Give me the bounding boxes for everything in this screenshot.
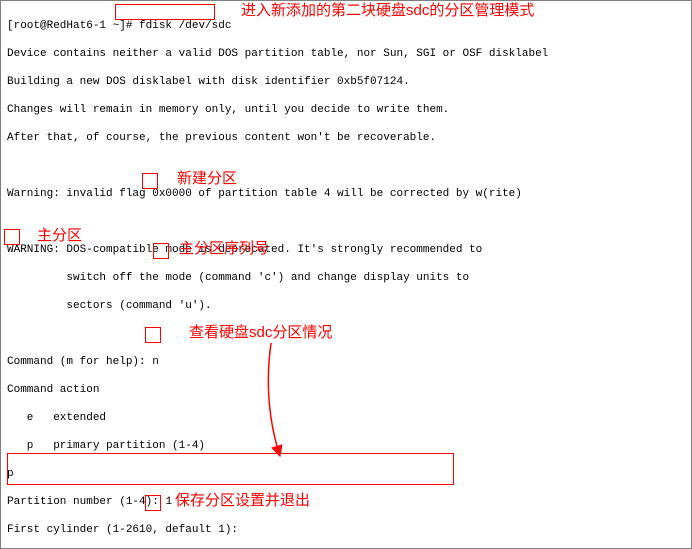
output-line: sectors (command 'u'). [7, 299, 685, 313]
annotation-enter-fdisk: 进入新添加的第二块硬盘sdc的分区管理模式 [241, 4, 534, 18]
partition-number-prompt: Partition number (1-4): [7, 496, 165, 508]
highlight-box-partition-table [7, 453, 454, 485]
output-line: Building a new DOS disklabel with disk i… [7, 75, 685, 89]
input-1: 1 [165, 496, 172, 508]
command-fdisk: fdisk /dev/sdc [139, 20, 231, 32]
highlight-box-1 [153, 243, 169, 259]
output-line: p primary partition (1-4) [7, 439, 685, 453]
highlight-box-p2 [145, 327, 161, 343]
output-line: e extended [7, 411, 685, 425]
output-line: WARNING: DOS-compatible mode is deprecat… [7, 243, 685, 257]
output-line: First cylinder (1-2610, default 1): [7, 523, 685, 537]
terminal-window[interactable]: [root@RedHat6-1 ~]# fdisk /dev/sdc Devic… [0, 0, 692, 549]
input-n: n [152, 356, 159, 368]
highlight-box-p [4, 229, 20, 245]
output-line: Changes will remain in memory only, unti… [7, 103, 685, 117]
output-line: After that, of course, the previous cont… [7, 131, 685, 145]
output-line: switch off the mode (command 'c') and ch… [7, 271, 685, 285]
highlight-box-n [142, 173, 158, 189]
annotation-save-exit: 保存分区设置并退出 [175, 494, 310, 508]
annotation-primary-partition: 主分区 [37, 229, 82, 243]
output-line: Warning: invalid flag 0x0000 of partitio… [7, 187, 685, 201]
fdisk-prompt: Command (m for help): [7, 356, 152, 368]
shell-prompt: [root@RedHat6-1 ~]# [7, 20, 139, 32]
annotation-new-partition: 新建分区 [177, 172, 237, 186]
output-line: Device contains neither a valid DOS part… [7, 47, 685, 61]
highlight-box-command [115, 4, 215, 20]
output-line: Command action [7, 383, 685, 397]
annotation-view-partition: 查看硬盘sdc分区情况 [189, 326, 332, 340]
highlight-box-w [145, 495, 161, 511]
annotation-partition-number: 主分区序列号 [179, 242, 269, 256]
